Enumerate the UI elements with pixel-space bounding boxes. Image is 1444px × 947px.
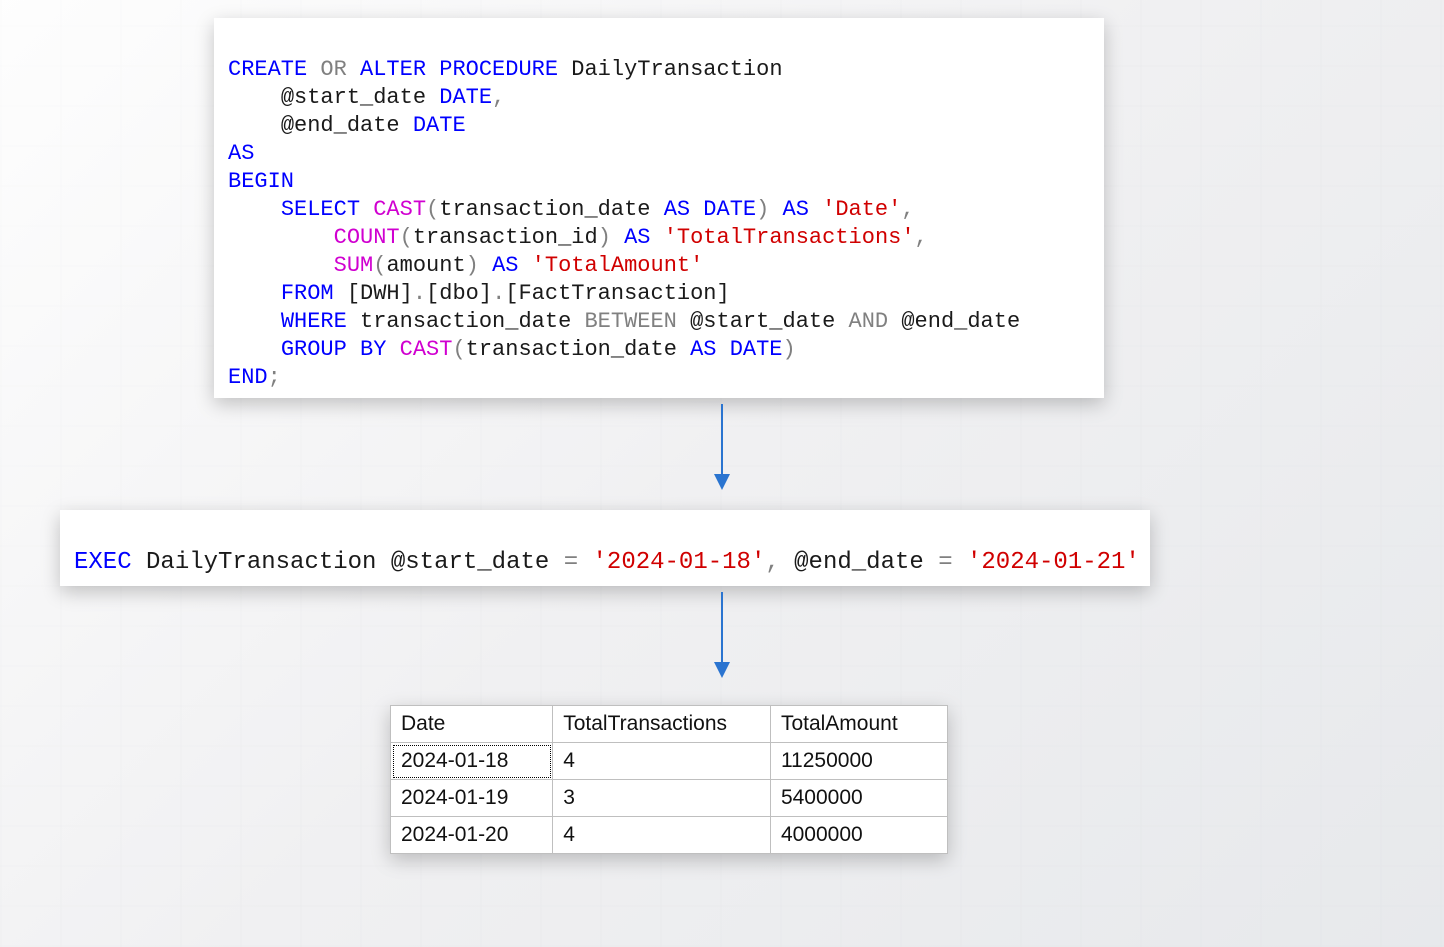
kw-alter: ALTER bbox=[360, 57, 426, 82]
col-txdate-2: transaction_date bbox=[466, 337, 677, 362]
fn-cast-1: CAST bbox=[373, 197, 426, 222]
comma: , bbox=[901, 197, 914, 222]
kw-as-alias-2: AS bbox=[624, 225, 650, 250]
lp: ( bbox=[373, 253, 386, 278]
result-row: 2024-01-20 4 4000000 bbox=[391, 817, 948, 854]
comma: , bbox=[492, 85, 505, 110]
from-dbo: [dbo] bbox=[426, 281, 492, 306]
fn-sum: SUM bbox=[334, 253, 374, 278]
from-dwh: [DWH] bbox=[347, 281, 413, 306]
type-date-1: DATE bbox=[439, 85, 492, 110]
col-header-totalamt: TotalAmount bbox=[770, 706, 947, 743]
result-grid: Date TotalTransactions TotalAmount 2024-… bbox=[390, 705, 948, 854]
exec-param-end: @end_date bbox=[794, 549, 924, 576]
type-date-cast-2: DATE bbox=[730, 337, 783, 362]
cell-totaltx: 4 bbox=[553, 817, 771, 854]
kw-or: OR bbox=[320, 57, 346, 82]
kw-as-cast-2: AS bbox=[690, 337, 716, 362]
dot: . bbox=[492, 281, 505, 306]
exec-param-start: @start_date bbox=[391, 549, 549, 576]
alias-date: 'Date' bbox=[822, 197, 901, 222]
kw-select: SELECT bbox=[281, 197, 360, 222]
comma: , bbox=[915, 225, 928, 250]
rp: ) bbox=[783, 337, 796, 362]
kw-procedure: PROCEDURE bbox=[439, 57, 558, 82]
eq: = bbox=[938, 549, 952, 576]
lp: ( bbox=[452, 337, 465, 362]
rp: ) bbox=[756, 197, 769, 222]
dot: . bbox=[413, 281, 426, 306]
cell-totaltx: 3 bbox=[553, 780, 771, 817]
kw-exec: EXEC bbox=[74, 549, 132, 576]
rp: ) bbox=[466, 253, 479, 278]
result-row: 2024-01-19 3 5400000 bbox=[391, 780, 948, 817]
cell-date: 2024-01-19 bbox=[391, 780, 553, 817]
kw-group: GROUP bbox=[281, 337, 347, 362]
where-end: @end_date bbox=[901, 309, 1020, 334]
param-end: @end_date bbox=[281, 113, 400, 138]
proc-name: DailyTransaction bbox=[571, 57, 782, 82]
cell-date: 2024-01-20 bbox=[391, 817, 553, 854]
cell-totalamt: 5400000 bbox=[770, 780, 947, 817]
sql-create-procedure-block: CREATE OR ALTER PROCEDURE DailyTransacti… bbox=[214, 18, 1104, 398]
exec-proc: DailyTransaction bbox=[146, 549, 376, 576]
result-header-row: Date TotalTransactions TotalAmount bbox=[391, 706, 948, 743]
alias-totalamt: 'TotalAmount' bbox=[532, 253, 704, 278]
kw-by: BY bbox=[360, 337, 386, 362]
lp: ( bbox=[426, 197, 439, 222]
kw-as-cast-1: AS bbox=[664, 197, 690, 222]
rp: ) bbox=[598, 225, 611, 250]
alias-totaltx: 'TotalTransactions' bbox=[664, 225, 915, 250]
col-txdate-1: transaction_date bbox=[439, 197, 650, 222]
cell-totaltx: 4 bbox=[553, 743, 771, 780]
result-row: 2024-01-18 4 11250000 bbox=[391, 743, 948, 780]
type-date-cast-1: DATE bbox=[703, 197, 756, 222]
from-table: [FactTransaction] bbox=[505, 281, 729, 306]
kw-create: CREATE bbox=[228, 57, 307, 82]
where-start: @start_date bbox=[690, 309, 835, 334]
semi: ; bbox=[268, 365, 281, 390]
cell-totalamt: 4000000 bbox=[770, 817, 947, 854]
cell-date: 2024-01-18 bbox=[391, 743, 553, 780]
param-start: @start_date bbox=[281, 85, 426, 110]
lp: ( bbox=[400, 225, 413, 250]
kw-between: BETWEEN bbox=[584, 309, 676, 334]
kw-as-alias-3: AS bbox=[492, 253, 518, 278]
sql-exec-block: EXEC DailyTransaction @start_date = '202… bbox=[60, 510, 1150, 586]
kw-as: AS bbox=[228, 141, 254, 166]
fn-cast-2: CAST bbox=[400, 337, 453, 362]
col-header-totaltx: TotalTransactions bbox=[553, 706, 771, 743]
kw-from: FROM bbox=[281, 281, 334, 306]
arrow-down-icon bbox=[710, 590, 734, 680]
exec-end-val: '2024-01-21' bbox=[967, 549, 1140, 576]
exec-start-val: '2024-01-18' bbox=[593, 549, 766, 576]
arrow-down-icon bbox=[710, 402, 734, 492]
kw-end: END bbox=[228, 365, 268, 390]
where-col: transaction_date bbox=[360, 309, 571, 334]
kw-where: WHERE bbox=[281, 309, 347, 334]
type-date-2: DATE bbox=[413, 113, 466, 138]
kw-as-alias-1: AS bbox=[783, 197, 809, 222]
col-header-date: Date bbox=[391, 706, 553, 743]
kw-and: AND bbox=[849, 309, 889, 334]
kw-begin: BEGIN bbox=[228, 169, 294, 194]
col-txid: transaction_id bbox=[413, 225, 598, 250]
comma: , bbox=[765, 549, 779, 576]
fn-count: COUNT bbox=[334, 225, 400, 250]
col-amount: amount bbox=[386, 253, 465, 278]
eq: = bbox=[564, 549, 578, 576]
cell-totalamt: 11250000 bbox=[770, 743, 947, 780]
